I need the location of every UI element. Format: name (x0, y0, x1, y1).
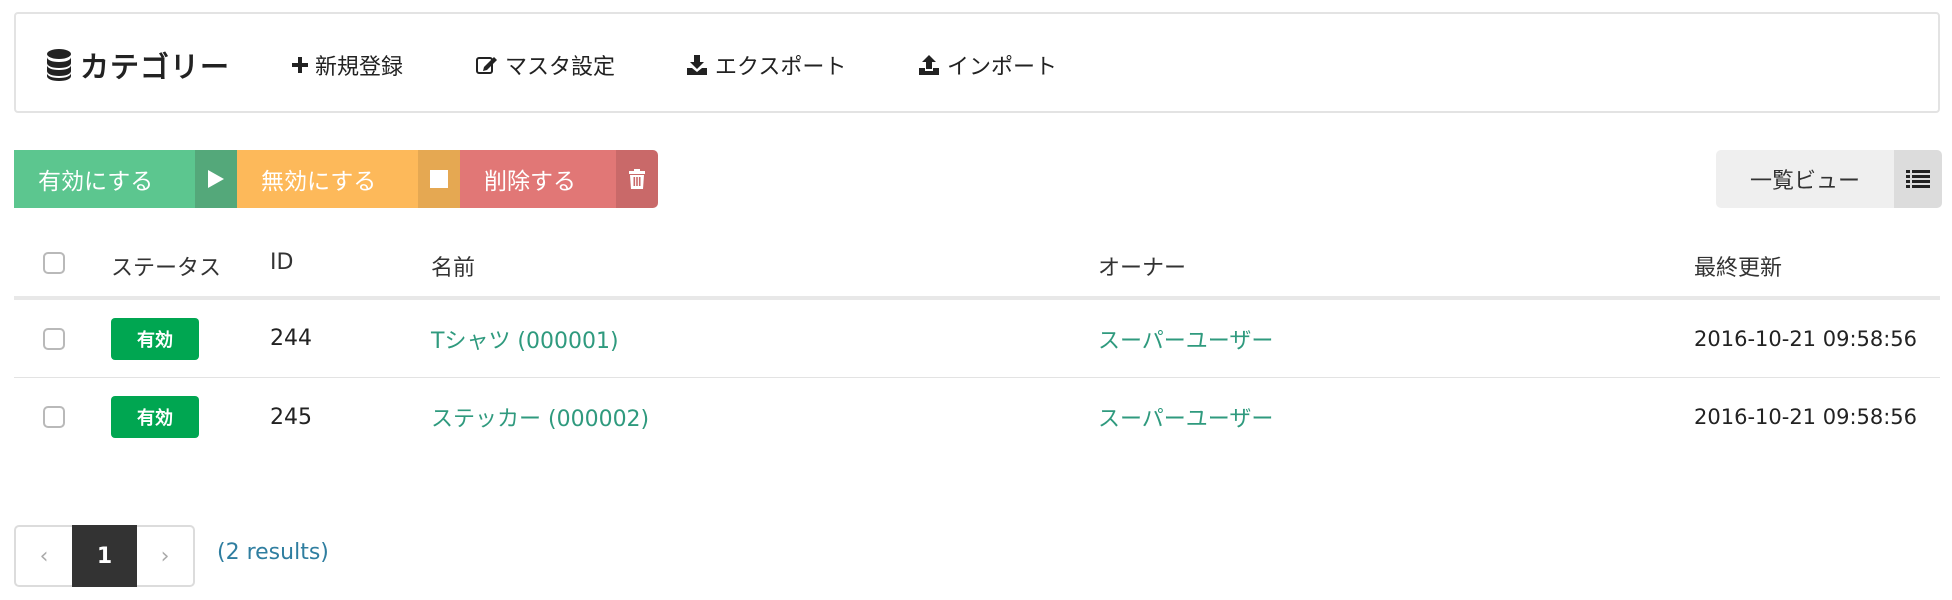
import-label: インポート (947, 55, 1058, 80)
row-updated: 2016-10-21 09:58:56 (1694, 326, 1918, 351)
page-1-button[interactable]: 1 (72, 525, 137, 587)
master-settings-button[interactable]: マスタ設定 (476, 49, 615, 81)
column-updated: 最終更新 (1694, 256, 1783, 281)
delete-button[interactable]: 削除する (460, 150, 658, 208)
trash-icon (616, 150, 658, 208)
database-icon (47, 49, 71, 81)
column-owner: オーナー (1098, 256, 1187, 281)
export-button[interactable]: エクスポート (686, 49, 846, 81)
results-count: (2 results) (217, 540, 329, 565)
list-icon (1894, 150, 1942, 208)
row-owner-link[interactable]: スーパーユーザー (1098, 378, 1273, 456)
list-view-toggle[interactable]: 一覧ビュー (1716, 150, 1942, 208)
page-title: カテゴリー (80, 50, 231, 84)
enable-button[interactable]: 有効にする (14, 150, 237, 208)
row-name-link[interactable]: ステッカー (000002) (431, 378, 649, 456)
pagination: ‹ 1 › (14, 525, 195, 587)
list-view-label: 一覧ビュー (1716, 150, 1894, 208)
status-badge: 有効 (111, 396, 199, 438)
stop-icon (418, 150, 460, 208)
new-register-button[interactable]: 新規登録 (292, 49, 403, 81)
row-id: 245 (270, 404, 312, 430)
row-id: 244 (270, 326, 312, 351)
brand: カテゴリー (46, 44, 230, 86)
row-checkbox[interactable] (43, 327, 65, 350)
import-button[interactable]: インポート (918, 49, 1057, 81)
plus-icon (292, 57, 308, 73)
row-checkbox[interactable] (43, 406, 65, 428)
disable-label: 無効にする (237, 150, 418, 208)
table-row: 有効 244 Tシャツ (000001) スーパーユーザー 2016-10-21… (14, 300, 1940, 378)
enable-label: 有効にする (14, 150, 195, 208)
header-panel: カテゴリー 新規登録 マスタ設定 エクスポート インポート (14, 12, 1940, 113)
table-header: ステータス ID 名前 オーナー 最終更新 (14, 232, 1940, 300)
delete-label: 削除する (460, 150, 616, 208)
upload-icon (919, 55, 939, 75)
master-settings-label: マスタ設定 (505, 55, 616, 80)
export-label: エクスポート (715, 55, 847, 80)
column-status: ステータス (111, 256, 222, 281)
select-all-checkbox[interactable] (43, 252, 65, 274)
next-page-button[interactable]: › (137, 525, 195, 587)
download-icon (687, 55, 707, 75)
row-name-link[interactable]: Tシャツ (000001) (431, 300, 619, 377)
column-name: 名前 (431, 256, 476, 281)
row-updated: 2016-10-21 09:58:56 (1694, 405, 1918, 429)
row-owner-link[interactable]: スーパーユーザー (1098, 300, 1273, 377)
new-register-label: 新規登録 (315, 55, 404, 80)
edit-icon (476, 57, 497, 74)
disable-button[interactable]: 無効にする (237, 150, 460, 208)
bulk-actions: 有効にする 無効にする 削除する (14, 150, 658, 208)
status-badge: 有効 (111, 317, 199, 360)
column-id: ID (270, 250, 294, 275)
table-row: 有効 245 ステッカー (000002) スーパーユーザー 2016-10-2… (14, 378, 1940, 456)
play-icon (195, 150, 237, 208)
prev-page-button[interactable]: ‹ (14, 525, 72, 587)
